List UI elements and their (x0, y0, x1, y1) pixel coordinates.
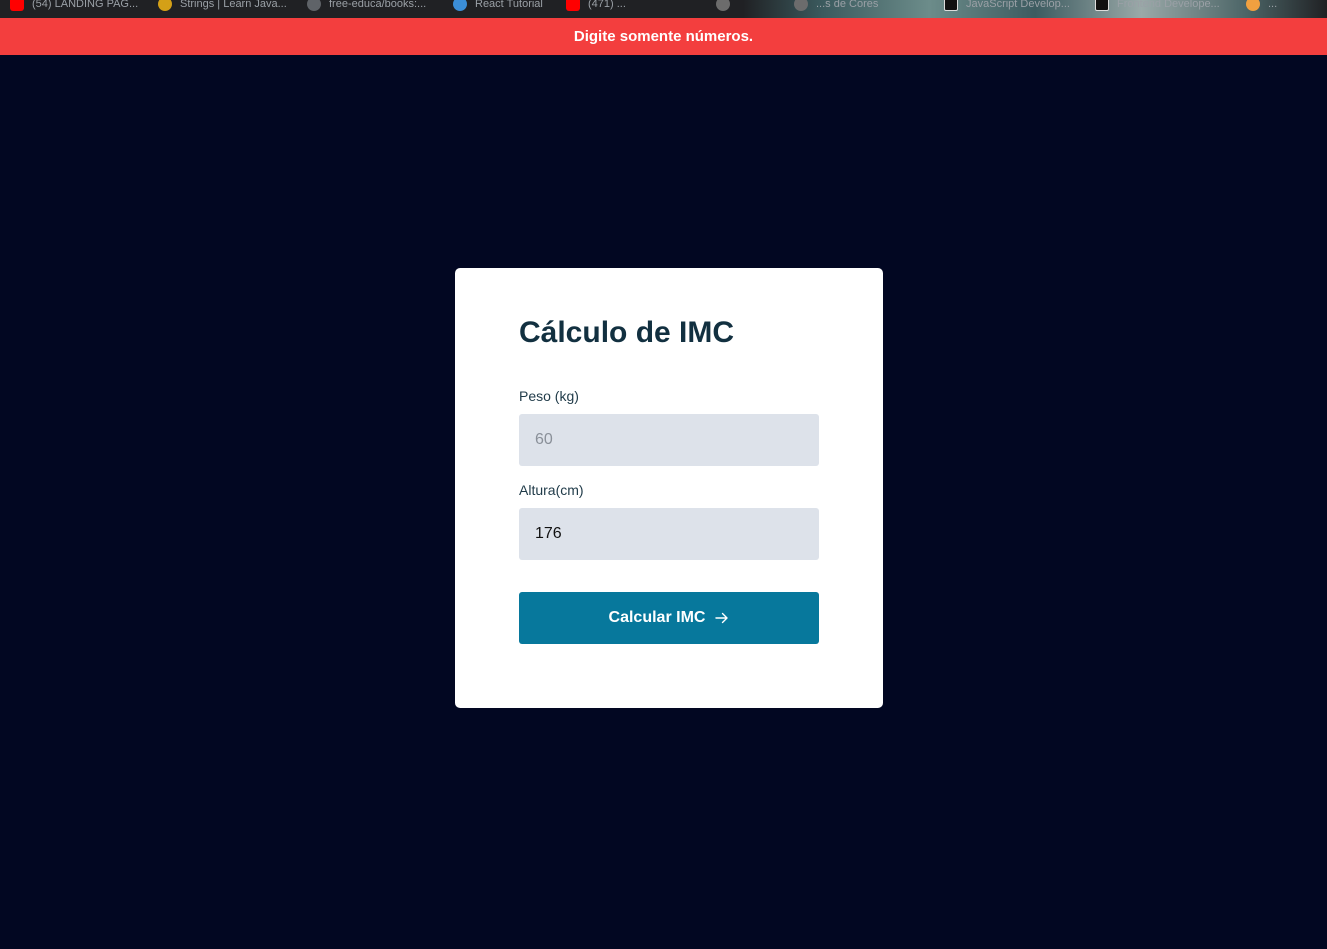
bookmark-label: JavaScript Develop... (966, 0, 1070, 10)
youtube-icon (10, 0, 24, 11)
dev-icon (1095, 0, 1109, 11)
bookmark-label: Strings | Learn Java... (180, 0, 287, 10)
bookmark-item[interactable]: Strings | Learn Java... (158, 0, 287, 12)
arrow-right-icon (715, 611, 729, 625)
dev-icon (944, 0, 958, 11)
globe-icon (716, 0, 730, 11)
bookmark-item[interactable]: React Tutorial (453, 0, 543, 12)
bookmark-item[interactable]: ... (1246, 0, 1277, 12)
bookmark-label: free-educa/books:... (329, 0, 427, 10)
bookmark-label: React Tutorial (475, 0, 543, 10)
bookmark-label: ...s de Cores (816, 0, 879, 10)
page-title: Cálculo de IMC (519, 316, 735, 349)
chrome-icon (1246, 0, 1260, 11)
peso-input[interactable] (519, 414, 819, 466)
js-icon (158, 0, 172, 11)
bookmark-item[interactable]: ...s de Cores (794, 0, 878, 12)
bookmark-item[interactable]: (54) LANDING PAG... (10, 0, 138, 12)
altura-label: Altura(cm) (519, 482, 584, 498)
bookmark-item[interactable]: free-educa/books:... (307, 0, 426, 12)
peso-label: Peso (kg) (519, 388, 579, 404)
bookmark-item[interactable]: JavaScript Develop... (944, 0, 1070, 12)
bookmark-label: Frontend Develope... (1117, 0, 1220, 10)
bookmarks-bar: (54) LANDING PAG... Strings | Learn Java… (0, 0, 1327, 18)
code-icon (794, 0, 808, 11)
toast-message: Digite somente números. (573, 28, 754, 45)
bookmark-label: (471) ... (588, 0, 626, 10)
bookmark-item[interactable] (716, 0, 738, 12)
bookmark-label: ... (1268, 0, 1278, 10)
bookmark-label: (54) LANDING PAG... (32, 0, 139, 10)
bookmark-item[interactable]: Frontend Develope... (1095, 0, 1220, 12)
imc-card: Cálculo de IMC Peso (kg) Altura(cm) Calc… (455, 268, 883, 708)
button-label: Calcular IMC (608, 609, 706, 626)
github-icon (307, 0, 321, 11)
youtube-icon (566, 0, 580, 11)
react-icon (453, 0, 467, 11)
altura-input[interactable] (519, 508, 819, 560)
calcular-imc-button[interactable]: Calcular IMC (519, 592, 819, 644)
bookmark-item[interactable]: (471) ... (566, 0, 626, 12)
error-toast: Digite somente números. (0, 18, 1327, 55)
